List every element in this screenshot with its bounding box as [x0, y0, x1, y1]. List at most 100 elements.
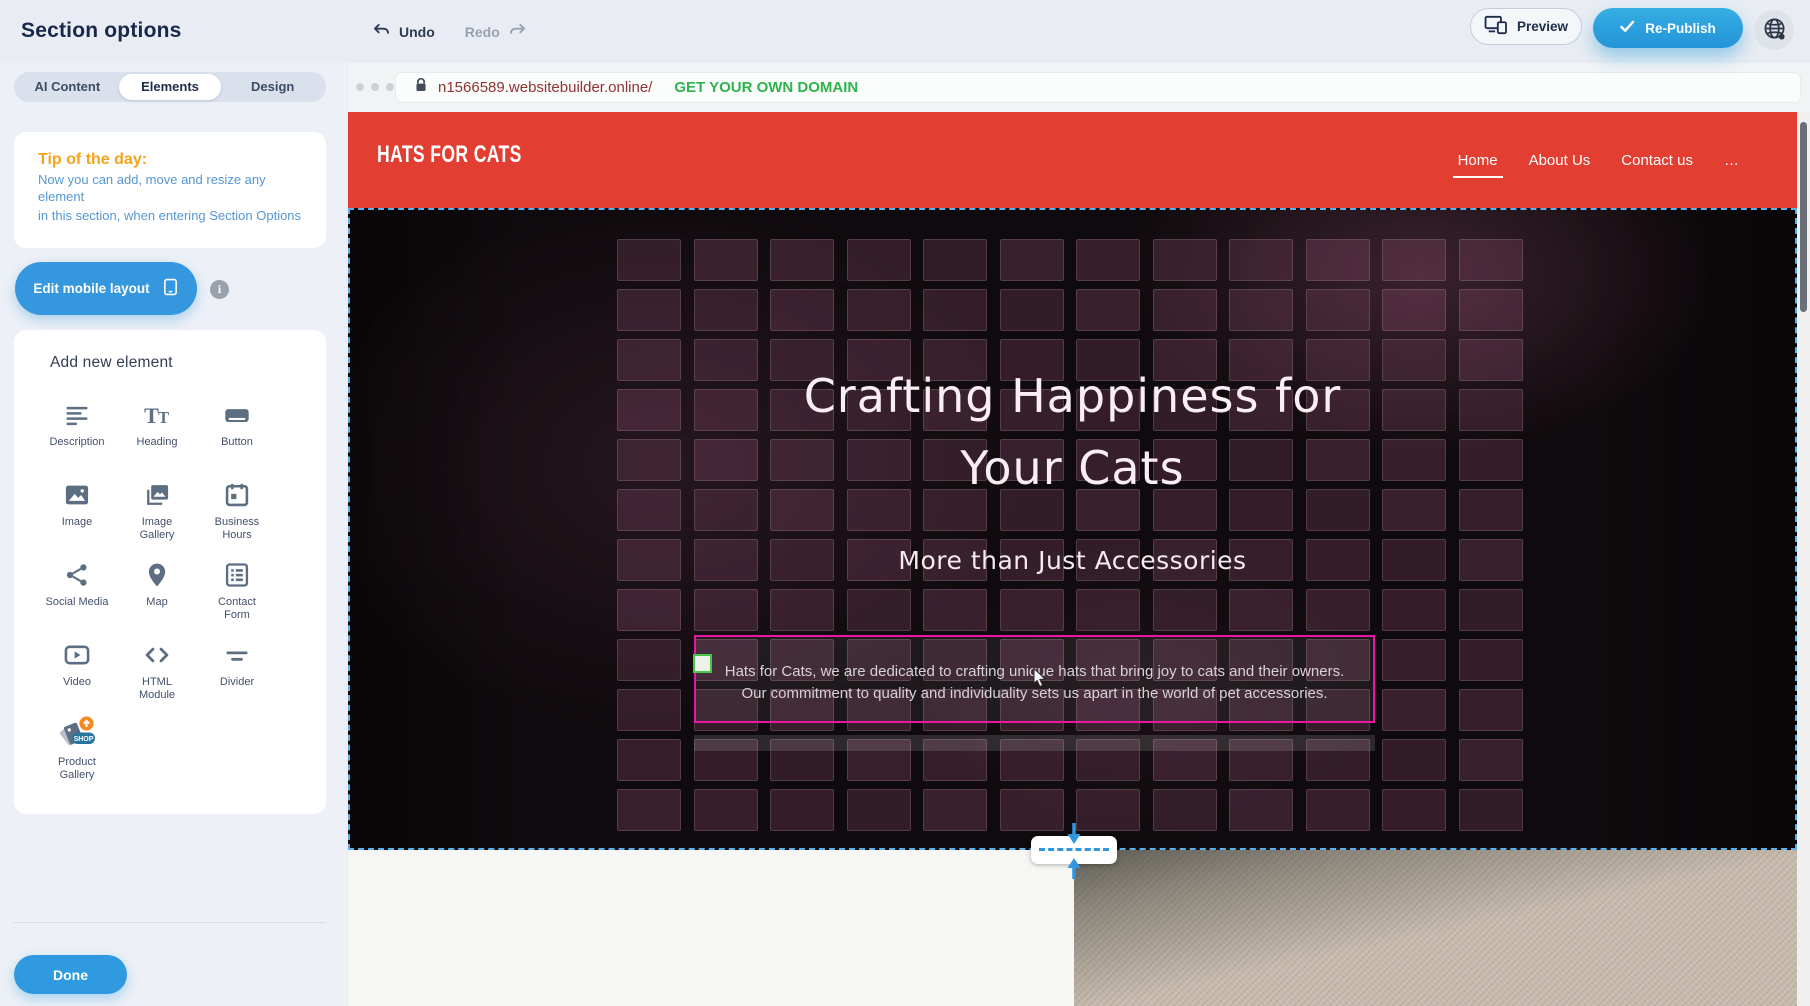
- get-domain-link[interactable]: GET YOUR OWN DOMAIN: [674, 79, 858, 96]
- element-item-social-media[interactable]: Social Media: [37, 552, 117, 632]
- contact-form-icon: [223, 558, 251, 592]
- section-resize-handle[interactable]: [1031, 821, 1117, 881]
- element-item-business-hours[interactable]: BusinessHours: [197, 472, 277, 552]
- element-item-heading[interactable]: TT Heading: [117, 392, 197, 472]
- video-icon: [63, 638, 91, 672]
- globe-icon: [1762, 16, 1787, 44]
- check-icon: [1620, 20, 1635, 36]
- tip-text: Now you can add, move and resize any ele…: [38, 172, 302, 205]
- svg-text:T: T: [158, 408, 169, 427]
- element-item-label: Video: [63, 676, 91, 689]
- devices-icon: [1484, 15, 1508, 38]
- carpet-photo: [1074, 850, 1797, 1006]
- redo-icon: [508, 23, 527, 41]
- selection-handle[interactable]: [693, 654, 712, 673]
- product-gallery-icon: SHOP: [57, 718, 97, 752]
- browser-bar: n1566589.websitebuilder.online/ GET YOUR…: [348, 63, 1810, 112]
- preview-button[interactable]: Preview: [1470, 8, 1582, 45]
- scrollbar-thumb[interactable]: [1800, 122, 1807, 312]
- url-bar[interactable]: n1566589.websitebuilder.online/ GET YOUR…: [395, 72, 1801, 103]
- sidebar: AI ContentElementsDesign Tip of the day:…: [0, 63, 347, 1006]
- tip-card: Tip of the day: Now you can add, move an…: [14, 132, 326, 248]
- tab-ai-content[interactable]: AI Content: [16, 74, 119, 100]
- heading-icon: TT: [143, 398, 171, 432]
- hero-subheading: More than Just Accessories: [350, 546, 1795, 575]
- phone-icon: [162, 275, 179, 302]
- tab-elements[interactable]: Elements: [119, 74, 222, 100]
- tab-design[interactable]: Design: [221, 74, 324, 100]
- html-module-icon: [143, 638, 171, 672]
- element-item-label: Image: [62, 516, 93, 529]
- lock-icon: [414, 77, 428, 98]
- history-controls: Undo Redo: [372, 0, 527, 63]
- nav-item-contact-us[interactable]: Contact us: [1621, 152, 1693, 169]
- button-icon: [223, 398, 251, 432]
- element-bottom-bar: [694, 735, 1375, 751]
- topbar-actions: Preview Re-Publish: [1465, 0, 1810, 63]
- nav-item-about-us[interactable]: About Us: [1529, 152, 1591, 169]
- element-item-label: Map: [146, 596, 167, 609]
- url-text: n1566589.websitebuilder.online/: [438, 79, 652, 96]
- redo-button[interactable]: Redo: [465, 23, 527, 41]
- info-icon[interactable]: i: [210, 280, 229, 299]
- sidebar-tabs: AI ContentElementsDesign: [14, 72, 326, 102]
- element-item-label: ImageGallery: [140, 516, 175, 542]
- element-item-button[interactable]: Button: [197, 392, 277, 472]
- element-item-map[interactable]: Map: [117, 552, 197, 632]
- undo-button[interactable]: Undo: [372, 23, 435, 41]
- language-globe-button[interactable]: [1754, 10, 1794, 50]
- nav-item-home[interactable]: Home: [1458, 152, 1498, 169]
- element-item-html-module[interactable]: HTMLModule: [117, 632, 197, 712]
- undo-icon: [372, 23, 391, 41]
- site-logo: HATS FOR CATS: [377, 141, 522, 169]
- element-item-product-gallery[interactable]: SHOP ProductGallery: [37, 712, 117, 792]
- element-item-label: Heading: [137, 436, 178, 449]
- add-element-panel: Add new element Description TT Heading Butt…: [14, 330, 326, 814]
- svg-text:SHOP: SHOP: [74, 736, 94, 743]
- nav-item-more[interactable]: …: [1724, 152, 1739, 169]
- preview-scrollbar: [1797, 112, 1810, 1006]
- element-item-description[interactable]: Description: [37, 392, 117, 472]
- image-gallery-icon: [143, 478, 171, 512]
- business-hours-icon: [223, 478, 251, 512]
- divider-icon: [223, 638, 251, 672]
- element-item-image[interactable]: Image: [37, 472, 117, 552]
- site-header: HATS FOR CATS Home About Us Contact us …: [348, 112, 1797, 208]
- description-icon: [63, 398, 91, 432]
- element-item-image-gallery[interactable]: ImageGallery: [117, 472, 197, 552]
- resize-arrows-icon: [1031, 821, 1117, 881]
- svg-text:T: T: [144, 403, 159, 428]
- element-item-label: Button: [221, 436, 253, 449]
- hero-section[interactable]: Crafting Happiness for Your Cats More th…: [348, 208, 1797, 850]
- element-grid: Description TT Heading Button Image ImageGall…: [37, 392, 277, 792]
- social-media-icon: [63, 558, 91, 592]
- mouse-cursor: [1033, 668, 1047, 693]
- topbar: Section options Undo Redo Preview Re-Pub…: [0, 0, 1810, 63]
- element-item-label: Divider: [220, 676, 254, 689]
- site-preview: n1566589.websitebuilder.online/ GET YOUR…: [348, 63, 1810, 1006]
- page-title: Section options: [21, 19, 182, 43]
- element-item-label: HTMLModule: [139, 676, 175, 702]
- site-nav: Home About Us Contact us …: [1458, 112, 1739, 208]
- hero-heading: Crafting Happiness for Your Cats: [350, 360, 1795, 504]
- element-item-divider[interactable]: Divider: [197, 632, 277, 712]
- add-element-title: Add new element: [50, 354, 173, 372]
- tip-heading: Tip of the day:: [38, 151, 302, 169]
- republish-button[interactable]: Re-Publish: [1593, 8, 1743, 48]
- tip-text: in this section, when entering Section O…: [38, 208, 302, 225]
- element-item-label: Social Media: [46, 596, 109, 609]
- element-item-label: BusinessHours: [215, 516, 260, 542]
- element-item-contact-form[interactable]: ContactForm: [197, 552, 277, 632]
- tile-grid: [350, 210, 1795, 848]
- sidebar-divider: [14, 922, 326, 923]
- done-button[interactable]: Done: [14, 955, 127, 994]
- element-item-label: ContactForm: [218, 596, 256, 622]
- element-item-label: ProductGallery: [58, 756, 96, 782]
- image-icon: [63, 478, 91, 512]
- element-item-label: Description: [49, 436, 104, 449]
- map-icon: [143, 558, 171, 592]
- browser-dots-icon: [356, 83, 394, 91]
- edit-mobile-layout-button[interactable]: Edit mobile layout: [15, 262, 197, 315]
- element-item-video[interactable]: Video: [37, 632, 117, 712]
- app: Section options Undo Redo Preview Re-Pub…: [0, 0, 1810, 1006]
